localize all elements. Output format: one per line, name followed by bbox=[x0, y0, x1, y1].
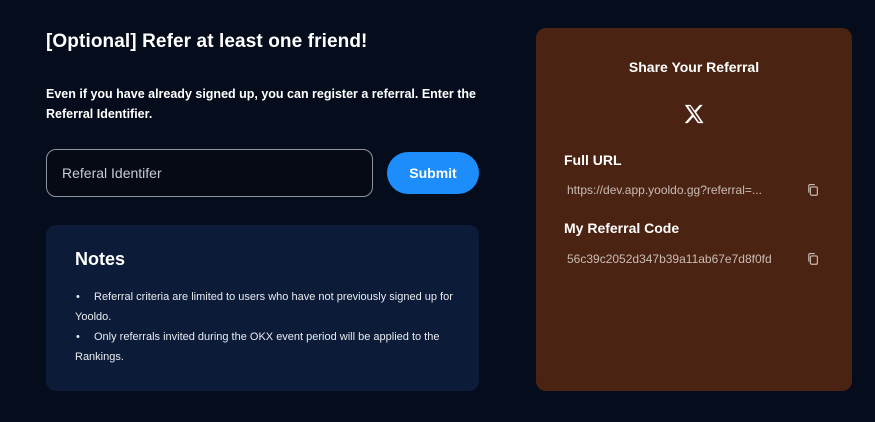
referral-page: [Optional] Refer at least one friend! Ev… bbox=[0, 0, 875, 422]
x-logo-icon[interactable] bbox=[683, 103, 705, 125]
share-title: Share Your Referral bbox=[628, 59, 760, 75]
bullet: • bbox=[76, 291, 80, 303]
referral-identifier-input[interactable] bbox=[46, 149, 373, 197]
full-url-label: Full URL bbox=[564, 152, 622, 168]
share-referral-panel: Share Your Referral Full URL https://dev… bbox=[536, 28, 852, 391]
page-title: [Optional] Refer at least one friend! bbox=[46, 31, 368, 52]
notes-item-text: Referral criteria are limited to users w… bbox=[75, 291, 453, 323]
notes-title: Notes bbox=[75, 249, 126, 269]
submit-button[interactable]: Submit bbox=[387, 152, 479, 194]
bullet: • bbox=[76, 331, 80, 343]
notes-item-text: Only referrals invited during the OKX ev… bbox=[75, 331, 440, 363]
notes-list: • Referral criteria are limited to users … bbox=[75, 287, 465, 367]
copy-url-icon[interactable] bbox=[806, 183, 820, 197]
notes-panel: Notes • Referral criteria are limited to … bbox=[46, 225, 479, 391]
referral-description: Even if you have already signed up, you … bbox=[46, 87, 477, 121]
copy-code-icon[interactable] bbox=[806, 252, 820, 266]
notes-item: • Referral criteria are limited to users … bbox=[75, 287, 465, 327]
notes-item: • Only referrals invited during the OKX e… bbox=[75, 327, 465, 367]
full-url-value: https://dev.app.yooldo.gg?referral=... bbox=[567, 183, 762, 197]
referral-code-label: My Referral Code bbox=[564, 220, 680, 236]
referral-code-value: 56c39c2052d347b39a11ab67e7d8f0fd bbox=[567, 252, 772, 266]
